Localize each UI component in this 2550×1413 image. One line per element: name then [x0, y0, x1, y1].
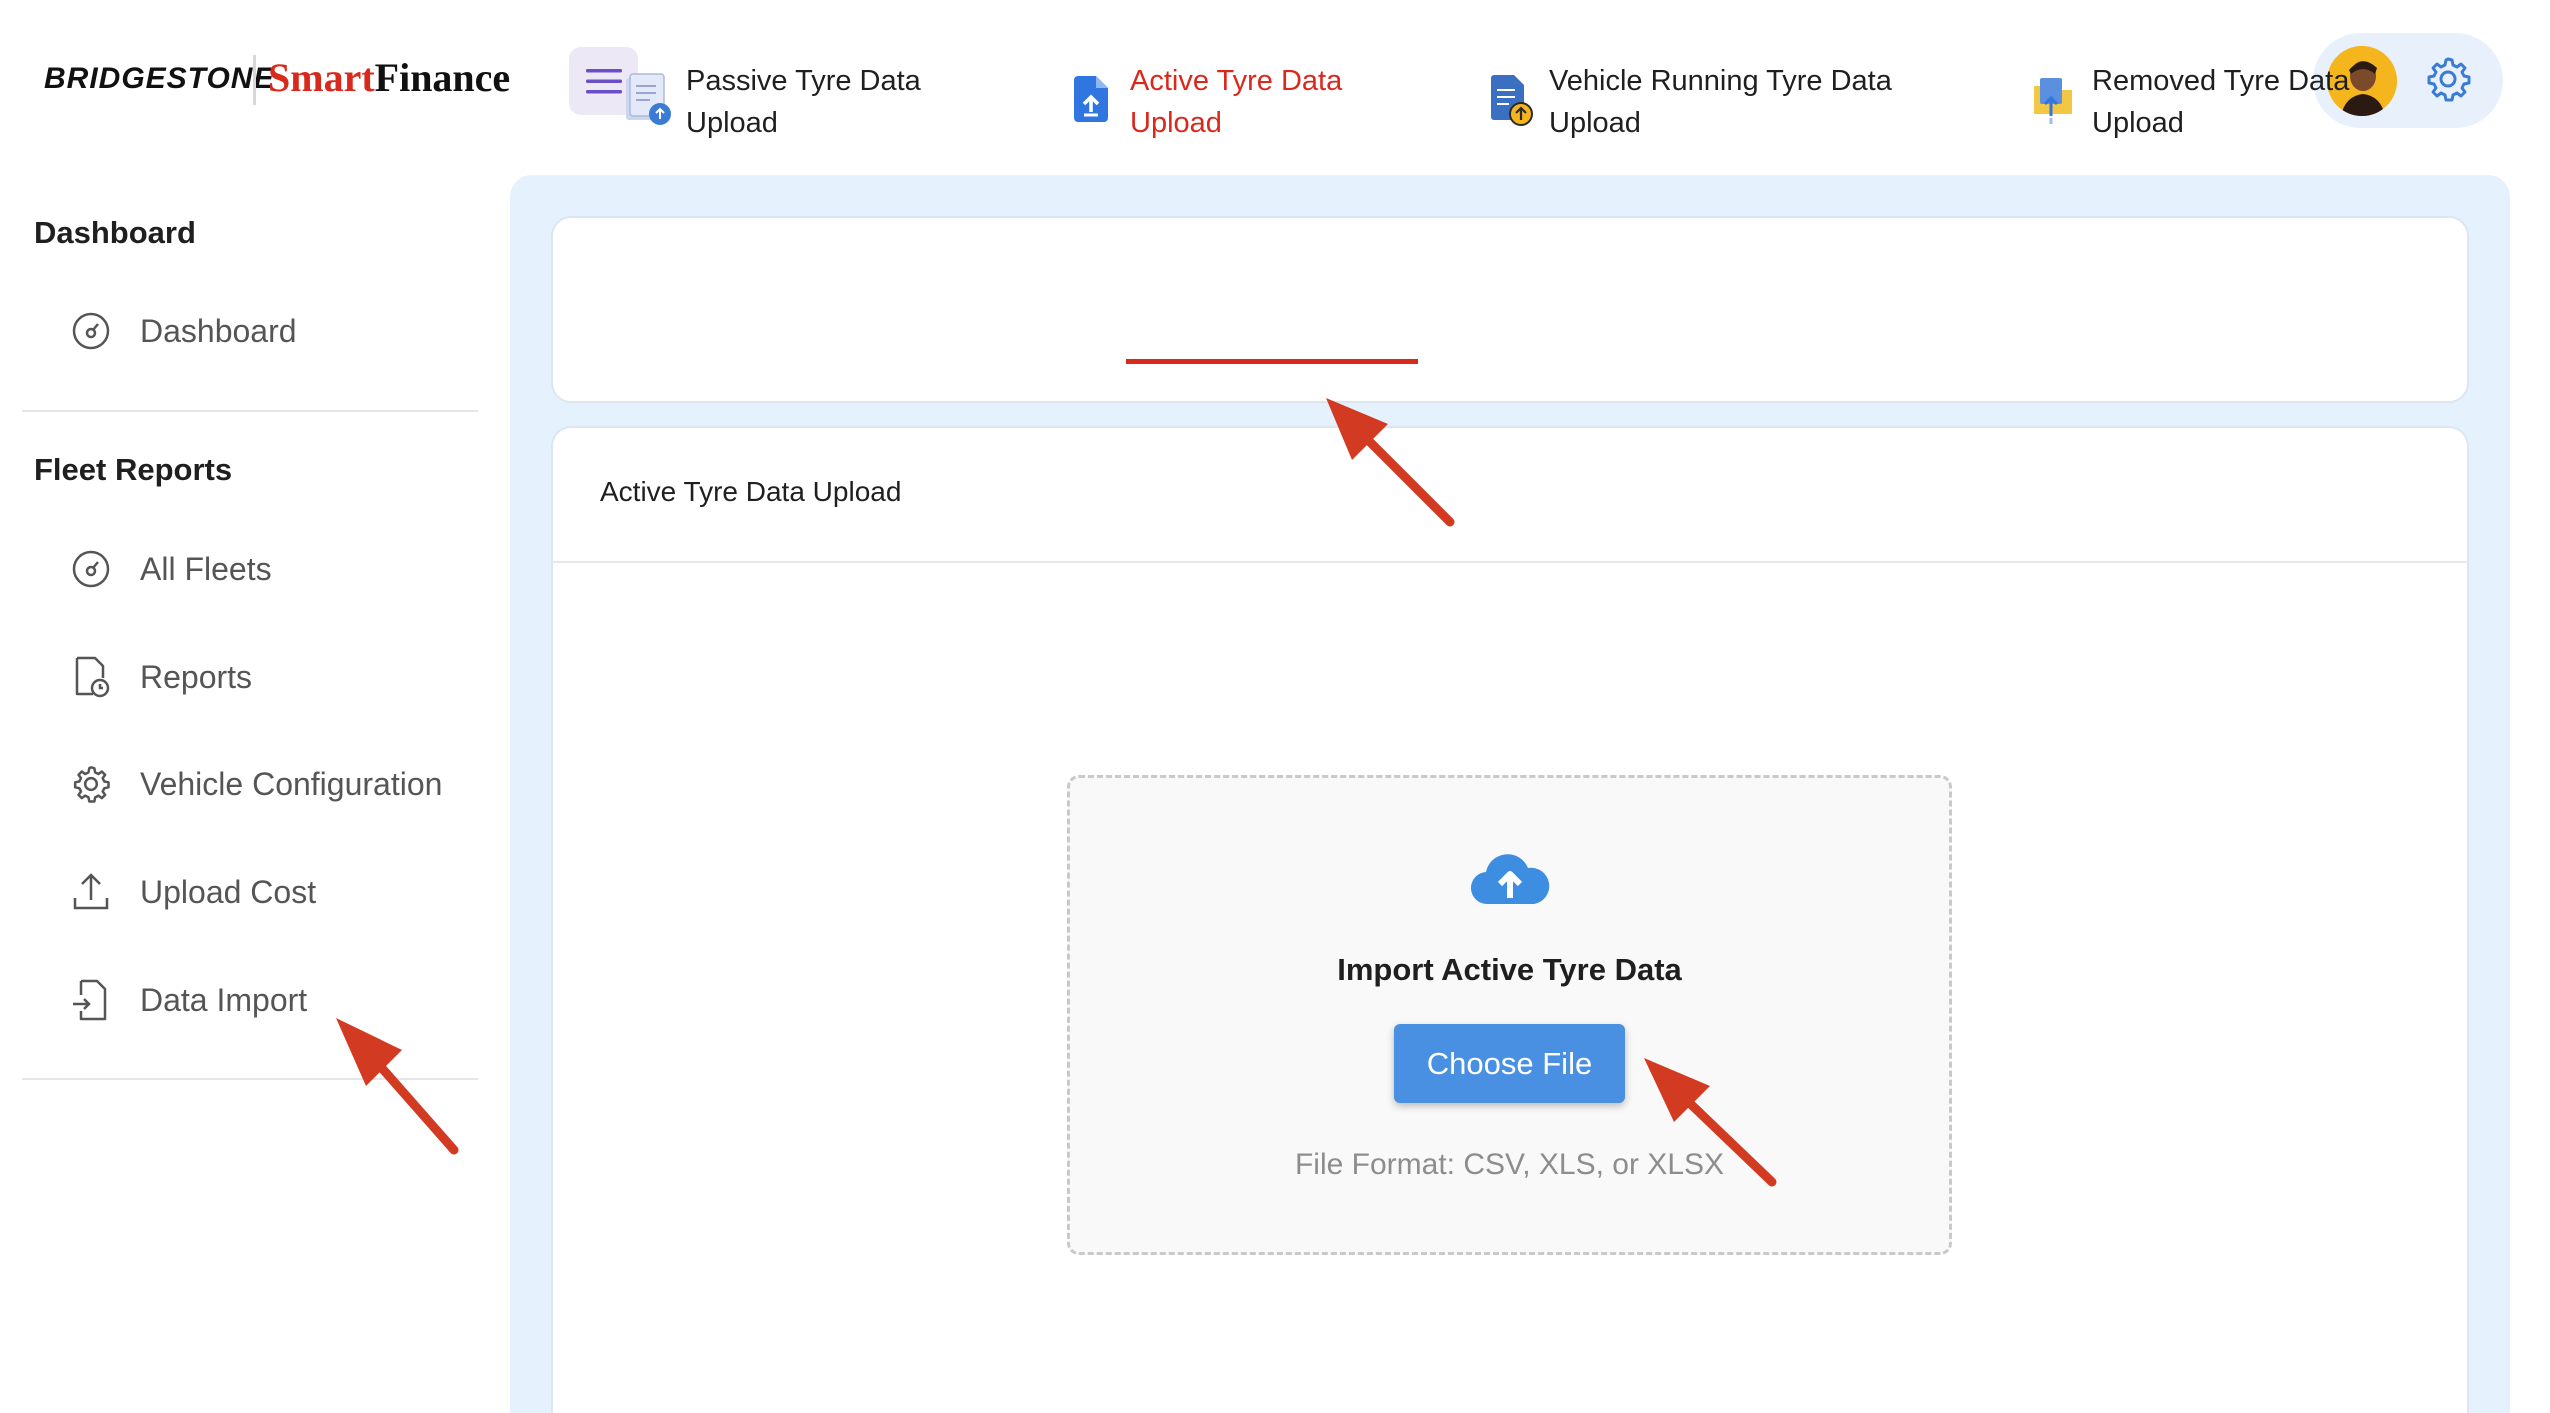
active-upload-document-icon	[1074, 76, 1108, 122]
tab-passive-tyre-data-upload[interactable]: Passive Tyre Data Upload	[622, 60, 921, 144]
import-title: Import Active Tyre Data	[1337, 952, 1682, 987]
gear-icon[interactable]	[2424, 55, 2472, 103]
logo-smart-text: Smart	[268, 55, 375, 100]
sidebar-item-label: Data Import	[140, 981, 308, 1018]
gauge-icon	[68, 308, 114, 354]
sidebar-divider	[22, 410, 478, 412]
logo-separator	[253, 55, 256, 105]
tab-label-line1: Removed Tyre Data	[2092, 65, 2350, 97]
vehicle-running-document-icon	[1491, 75, 1533, 126]
sidebar-section-fleet-reports: Fleet Reports	[34, 452, 233, 487]
tab-vehicle-running-tyre-data-upload[interactable]: Vehicle Running Tyre Data Upload	[1485, 60, 1892, 144]
sidebar-item-label: Upload Cost	[140, 873, 317, 910]
annotation-arrow-data-import	[336, 1018, 459, 1155]
gear-icon	[68, 761, 114, 807]
card-divider	[553, 561, 2467, 563]
page-scrollbar-track[interactable]	[2520, 0, 2550, 1413]
sidebar-item-label: Dashboard	[140, 312, 297, 349]
cloud-upload-icon	[1470, 854, 1550, 905]
sidebar-item-all-fleets[interactable]: All Fleets	[68, 539, 488, 599]
file-import-icon	[68, 977, 114, 1023]
logo-finance-text: Finance	[374, 55, 511, 100]
tab-label-line1: Active Tyre Data	[1130, 65, 1343, 97]
sidebar-item-upload-cost[interactable]: Upload Cost	[68, 862, 488, 922]
app-root: BRIDGESTONE SmartFinance Dashboard Dashb…	[0, 0, 2550, 1413]
hamburger-menu-icon	[585, 69, 622, 94]
upload-card-title: Active Tyre Data Upload	[600, 476, 902, 507]
tab-label-line2: Upload	[1549, 107, 1641, 139]
bridgestone-logo[interactable]: BRIDGESTONE	[44, 62, 274, 96]
upload-icon	[68, 869, 114, 915]
tab-label-line2: Upload	[1130, 107, 1222, 139]
sidebar-item-label: All Fleets	[140, 550, 272, 587]
sidebar-item-dashboard[interactable]: Dashboard	[68, 301, 488, 361]
annotation-arrow-tab	[1326, 398, 1455, 527]
file-format-note: File Format: CSV, XLS, or XLSX	[1294, 1148, 1725, 1181]
tab-label-line1: Vehicle Running Tyre Data	[1549, 65, 1892, 97]
active-tab-indicator	[1126, 359, 1418, 364]
choose-file-button[interactable]: Choose File	[1394, 1024, 1625, 1103]
smartfinance-logo[interactable]: SmartFinance	[268, 54, 510, 101]
report-clock-icon	[68, 654, 114, 700]
passive-document-icon	[626, 73, 671, 125]
tab-label-line1: Passive Tyre Data	[686, 65, 921, 97]
sidebar-item-label: Vehicle Configuration	[140, 765, 443, 802]
tab-removed-tyre-data-upload[interactable]: Removed Tyre Data Upload	[2028, 60, 2349, 144]
removed-folder-icon	[2034, 78, 2072, 124]
sidebar-item-reports[interactable]: Reports	[68, 647, 488, 707]
tab-active-tyre-data-upload[interactable]: Active Tyre Data Upload	[1066, 60, 1342, 144]
file-dropzone[interactable]	[1067, 775, 1952, 1255]
upload-tabs-card	[551, 216, 2469, 403]
tab-label-line2: Upload	[686, 107, 778, 139]
sidebar-section-dashboard: Dashboard	[34, 215, 196, 250]
tab-label-line2: Upload	[2092, 107, 2184, 139]
gauge-icon	[68, 546, 114, 592]
annotation-arrow-choose-file	[1644, 1058, 1777, 1187]
sidebar-item-label: Reports	[140, 658, 253, 695]
sidebar-item-vehicle-configuration[interactable]: Vehicle Configuration	[68, 754, 488, 814]
